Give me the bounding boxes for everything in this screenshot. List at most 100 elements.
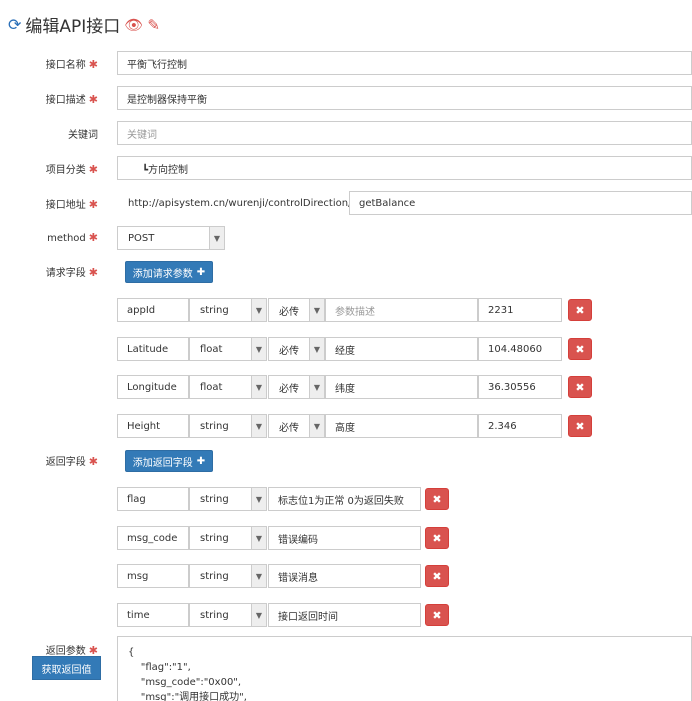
chevron-down-icon[interactable]: ▼ xyxy=(251,338,266,360)
param-value-input[interactable]: 2231 xyxy=(478,298,562,322)
close-icon: ✖ xyxy=(575,419,585,433)
delete-field-button[interactable]: ✖ xyxy=(425,527,449,549)
required-icon: ✱ xyxy=(88,266,98,279)
return-params-label: 返回参数 ✱ xyxy=(45,644,98,657)
name-label: 接口名称 ✱ xyxy=(45,58,98,71)
param-required-value: 必传 xyxy=(279,383,299,395)
chevron-down-icon[interactable]: ▼ xyxy=(251,488,266,510)
chevron-down-icon[interactable]: ▼ xyxy=(251,415,266,437)
add-response-field-button[interactable]: 添加返回字段 ✚ xyxy=(125,450,213,472)
field-desc-input[interactable]: 错误编码 xyxy=(268,526,421,550)
param-name-input[interactable]: Latitude xyxy=(117,337,189,361)
keyword-input[interactable]: 关键词 xyxy=(117,121,692,145)
return-params-textarea[interactable]: { "flag":"1", "msg_code":"0x00", "msg":"… xyxy=(117,636,692,701)
refresh-icon[interactable]: ⟳ xyxy=(8,15,21,34)
delete-field-button[interactable]: ✖ xyxy=(425,565,449,587)
request-row: Longitude float ▼ 必传 ▼ 纬度 36.30556 ✖ xyxy=(0,375,692,399)
address-input[interactable]: getBalance xyxy=(349,191,692,215)
param-required-select[interactable]: 必传 ▼ xyxy=(268,298,325,322)
chevron-down-icon[interactable]: ▼ xyxy=(309,415,324,437)
desc-label: 接口描述 ✱ xyxy=(45,93,98,106)
request-row: Height string ▼ 必传 ▼ 高度 2.346 ✖ xyxy=(0,414,692,438)
field-desc-input[interactable]: 标志位1为正常 0为返回失败 xyxy=(268,487,421,511)
field-name-input[interactable]: msg xyxy=(117,564,189,588)
page-title-text: 编辑API接口 xyxy=(25,17,121,37)
response-row: msg string ▼ 错误消息 ✖ xyxy=(0,564,692,588)
chevron-down-icon[interactable]: ▼ xyxy=(309,299,324,321)
delete-param-button[interactable]: ✖ xyxy=(568,415,592,437)
param-type-select[interactable]: string ▼ xyxy=(189,414,267,438)
field-type-select[interactable]: string ▼ xyxy=(189,526,267,550)
required-icon: ✱ xyxy=(88,231,98,244)
add-request-param-button[interactable]: 添加请求参数 ✚ xyxy=(125,261,213,283)
close-icon: ✖ xyxy=(432,492,442,506)
required-icon: ✱ xyxy=(88,163,98,176)
param-name-input[interactable]: Height xyxy=(117,414,189,438)
param-type-value: float xyxy=(200,343,223,355)
name-input[interactable]: 平衡飞行控制 xyxy=(117,51,692,75)
address-prefix: http://apisystem.cn/wurenji/controlDirec… xyxy=(128,197,352,209)
delete-param-button[interactable]: ✖ xyxy=(568,376,592,398)
keyword-label: 关键词 xyxy=(68,130,98,141)
param-required-select[interactable]: 必传 ▼ xyxy=(268,337,325,361)
param-type-select[interactable]: string ▼ xyxy=(189,298,267,322)
chevron-down-icon[interactable]: ▼ xyxy=(251,527,266,549)
chevron-down-icon[interactable]: ▼ xyxy=(309,338,324,360)
field-type-select[interactable]: string ▼ xyxy=(189,603,267,627)
request-row: appId string ▼ 必传 ▼ 参数描述 2231 ✖ xyxy=(0,298,692,322)
param-desc-input[interactable]: 经度 xyxy=(325,337,478,361)
param-required-select[interactable]: 必传 ▼ xyxy=(268,375,325,399)
field-type-select[interactable]: string ▼ xyxy=(189,564,267,588)
param-value-input[interactable]: 2.346 xyxy=(478,414,562,438)
method-select[interactable]: POST ▼ xyxy=(117,226,225,250)
chevron-down-icon[interactable]: ▼ xyxy=(251,604,266,626)
param-value-input[interactable]: 104.48060 xyxy=(478,337,562,361)
param-name-input[interactable]: Longitude xyxy=(117,375,189,399)
delete-field-button[interactable]: ✖ xyxy=(425,604,449,626)
response-row: time string ▼ 接口返回时间 ✖ xyxy=(0,603,692,627)
field-name-input[interactable]: flag xyxy=(117,487,189,511)
param-desc-input[interactable]: 高度 xyxy=(325,414,478,438)
close-icon: ✖ xyxy=(432,608,442,622)
required-icon: ✱ xyxy=(88,93,98,106)
category-select[interactable]: ┗方向控制 xyxy=(117,156,692,180)
field-desc-input[interactable]: 错误消息 xyxy=(268,564,421,588)
field-name-input[interactable]: time xyxy=(117,603,189,627)
field-desc-input[interactable]: 接口返回时间 xyxy=(268,603,421,627)
param-desc-input[interactable]: 纬度 xyxy=(325,375,478,399)
delete-param-button[interactable]: ✖ xyxy=(568,299,592,321)
field-type-select[interactable]: string ▼ xyxy=(189,487,267,511)
response-row: msg_code string ▼ 错误编码 ✖ xyxy=(0,526,692,550)
desc-input[interactable]: 是控制器保持平衡 xyxy=(117,86,692,110)
field-name-input[interactable]: msg_code xyxy=(117,526,189,550)
required-icon: ✱ xyxy=(88,455,98,468)
param-type-value: string xyxy=(200,420,229,432)
fetch-return-button[interactable]: 获取返回值 xyxy=(32,656,101,680)
param-desc-input[interactable]: 参数描述 xyxy=(325,298,478,322)
close-icon: ✖ xyxy=(575,303,585,317)
param-required-select[interactable]: 必传 ▼ xyxy=(268,414,325,438)
chevron-down-icon[interactable]: ▼ xyxy=(251,565,266,587)
chevron-down-icon[interactable]: ▼ xyxy=(209,227,224,249)
add-response-field-label: 添加返回字段 xyxy=(132,457,193,469)
param-required-value: 必传 xyxy=(279,422,299,434)
chevron-down-icon[interactable]: ▼ xyxy=(251,299,266,321)
response-label: 返回字段 ✱ xyxy=(45,455,98,468)
param-type-select[interactable]: float ▼ xyxy=(189,375,267,399)
param-type-select[interactable]: float ▼ xyxy=(189,337,267,361)
category-label: 项目分类 ✱ xyxy=(45,163,98,176)
param-required-value: 必传 xyxy=(279,306,299,318)
pencil-icon[interactable]: ✎ xyxy=(147,16,160,34)
chevron-down-icon[interactable]: ▼ xyxy=(309,376,324,398)
param-name-input[interactable]: appId xyxy=(117,298,189,322)
param-required-value: 必传 xyxy=(279,345,299,357)
close-icon: ✖ xyxy=(575,380,585,394)
address-label: 接口地址 ✱ xyxy=(45,198,98,211)
param-value-input[interactable]: 36.30556 xyxy=(478,375,562,399)
field-type-value: string xyxy=(200,609,229,621)
delete-field-button[interactable]: ✖ xyxy=(425,488,449,510)
request-row: Latitude float ▼ 必传 ▼ 经度 104.48060 ✖ xyxy=(0,337,692,361)
delete-param-button[interactable]: ✖ xyxy=(568,338,592,360)
eye-icon[interactable]: 👁 xyxy=(124,16,143,34)
chevron-down-icon[interactable]: ▼ xyxy=(251,376,266,398)
